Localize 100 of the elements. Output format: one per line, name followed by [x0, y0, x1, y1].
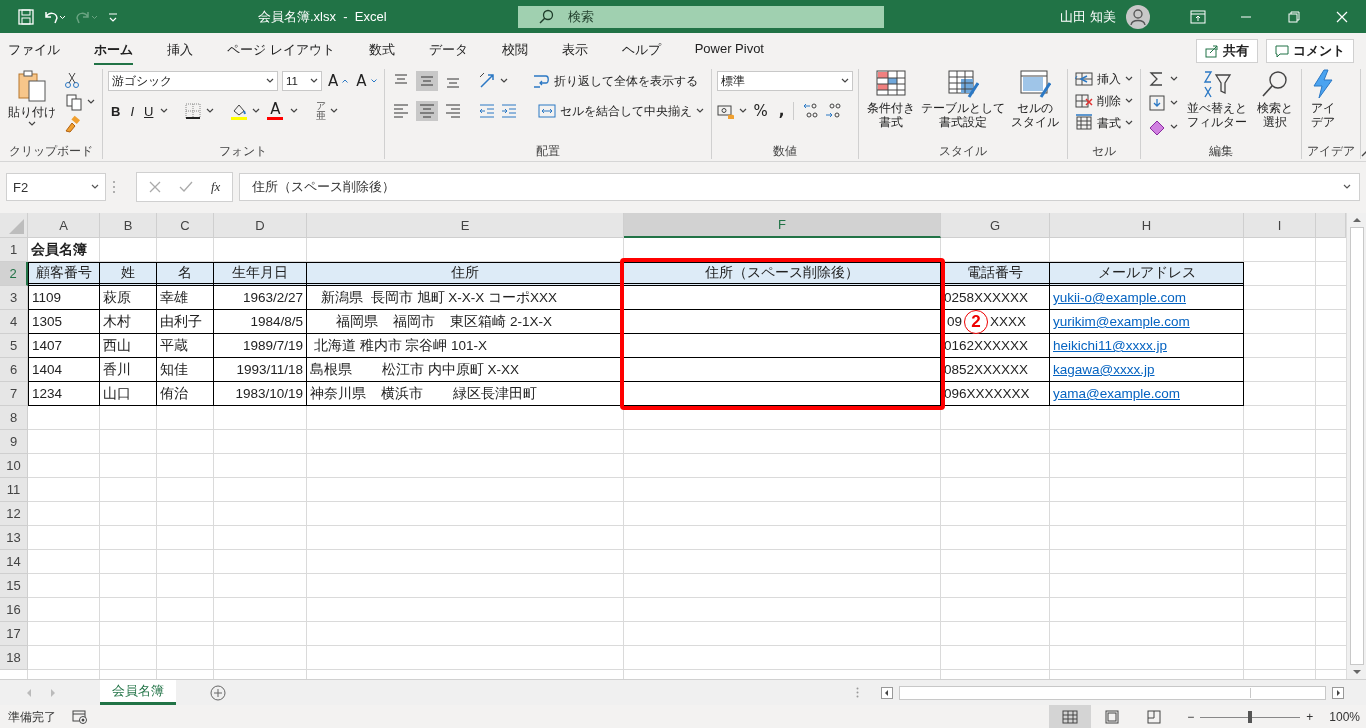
column-header[interactable]: D	[214, 213, 307, 238]
row-header[interactable]: 16	[0, 598, 28, 622]
ribbon-tab[interactable]: 校閲	[501, 39, 528, 66]
column-header[interactable]: I	[1244, 213, 1316, 238]
row-header[interactable]: 5	[0, 334, 28, 358]
ribbon-display-icon[interactable]	[1190, 9, 1206, 24]
column-header[interactable]: A	[28, 213, 100, 238]
row-header[interactable]: 18	[0, 646, 28, 670]
macro-record-icon[interactable]	[72, 710, 88, 724]
font-name-field[interactable]: 游ゴシック	[108, 71, 278, 91]
caret-icon[interactable]	[87, 99, 95, 105]
ideas-button[interactable]: アイ デア	[1306, 69, 1339, 129]
fill-color-icon[interactable]	[230, 102, 249, 120]
caret-icon[interactable]	[1343, 184, 1351, 190]
restore-icon[interactable]	[1288, 10, 1300, 23]
bold-button[interactable]: B	[108, 103, 124, 119]
decrease-decimal-icon[interactable]	[823, 102, 842, 120]
insert-cells-button[interactable]: 挿入	[1072, 69, 1135, 89]
row-header[interactable]: 7	[0, 382, 28, 406]
save-icon[interactable]	[18, 8, 34, 25]
caret-icon[interactable]	[91, 184, 99, 190]
row-header[interactable]: 14	[0, 550, 28, 574]
normal-view-button[interactable]	[1049, 705, 1092, 728]
increase-decimal-icon[interactable]	[801, 102, 820, 120]
caret-icon[interactable]	[1124, 120, 1133, 126]
ribbon-tab[interactable]: 数式	[368, 39, 395, 66]
eraser-icon[interactable]	[1147, 118, 1166, 136]
ribbon-tab[interactable]: Power Pivot	[694, 39, 764, 63]
caret-icon[interactable]	[1124, 76, 1133, 82]
format-painter-icon[interactable]	[63, 115, 81, 133]
row-header[interactable]: 17	[0, 622, 28, 646]
add-sheet-icon[interactable]	[210, 684, 226, 701]
table-style-button[interactable]: テーブルとして 書式設定	[917, 69, 1008, 129]
paste-button[interactable]: 貼り付け	[5, 69, 59, 127]
zoom-slider-thumb[interactable]	[1248, 710, 1253, 723]
column-header[interactable]: F	[624, 213, 941, 238]
column-header[interactable]: B	[100, 213, 157, 238]
align-center-button[interactable]	[415, 101, 438, 121]
caret-icon[interactable]	[840, 78, 849, 84]
zoom-out-button[interactable]: −	[1187, 710, 1195, 724]
delete-cells-button[interactable]: 削除	[1072, 91, 1135, 111]
find-select-button[interactable]: 検索と 選択	[1253, 69, 1296, 129]
row-header[interactable]: 15	[0, 574, 28, 598]
caret-icon[interactable]	[290, 108, 299, 114]
caret-icon[interactable]	[738, 108, 747, 114]
row-header[interactable]: 9	[0, 430, 28, 454]
row-header[interactable]: 1	[0, 238, 28, 262]
column-header[interactable]: C	[157, 213, 214, 238]
caret-icon[interactable]	[310, 78, 318, 84]
email-link[interactable]: yurikim@example.com	[1053, 314, 1190, 329]
caret-icon[interactable]	[695, 108, 704, 114]
comment-button[interactable]: コメント	[1266, 39, 1354, 63]
row-header[interactable]: 3	[0, 286, 28, 310]
conditional-style-button[interactable]: 条件付き 書式	[863, 69, 918, 129]
font-size-field[interactable]: 11	[282, 71, 322, 91]
scroll-right-icon[interactable]	[1332, 686, 1344, 699]
caret-icon[interactable]	[1169, 100, 1178, 106]
merge-center-button[interactable]: セルを結合して中央揃え	[535, 101, 706, 121]
column-header[interactable]: G	[941, 213, 1050, 238]
wrap-text-button[interactable]: 折り返して全体を表示する	[529, 71, 700, 91]
borders-icon[interactable]	[184, 102, 203, 120]
row-header[interactable]: 4	[0, 310, 28, 334]
close-icon[interactable]	[1336, 10, 1348, 23]
column-header[interactable]: E	[307, 213, 624, 238]
row-header[interactable]: 8	[0, 406, 28, 430]
caret-icon[interactable]	[206, 108, 215, 114]
orientation-icon[interactable]	[477, 72, 496, 90]
ribbon-tab[interactable]: 表示	[561, 39, 588, 66]
row-header[interactable]: 6	[0, 358, 28, 382]
shrink-font-button[interactable]: A	[354, 71, 379, 91]
email-link[interactable]: kagawa@xxxx.jp	[1053, 362, 1155, 377]
column-header[interactable]: H	[1050, 213, 1244, 238]
ribbon-tab[interactable]: ページ レイアウト	[227, 39, 335, 66]
caret-icon[interactable]	[252, 108, 261, 114]
ribbon-tab[interactable]: ヘルプ	[621, 39, 661, 66]
ribbon-tab[interactable]: データ	[428, 39, 468, 66]
scroll-up-icon[interactable]	[1352, 217, 1361, 223]
caret-icon[interactable]	[1124, 98, 1133, 104]
ribbon-tab[interactable]: ファイル	[8, 39, 60, 66]
font-color-button[interactable]: A	[264, 102, 287, 120]
grow-font-button[interactable]: A	[326, 71, 351, 91]
caret-icon[interactable]	[330, 108, 339, 114]
email-link[interactable]: yukii-o@example.com	[1053, 290, 1186, 305]
underline-button[interactable]: U	[141, 103, 157, 119]
row-header[interactable]: 13	[0, 526, 28, 550]
caret-icon[interactable]	[1169, 76, 1178, 82]
comma-style-button[interactable]: ,	[774, 102, 789, 120]
accounting-icon[interactable]	[716, 102, 735, 120]
row-header[interactable]: 10	[0, 454, 28, 478]
phonetic-button[interactable]: ア 亜	[316, 101, 327, 121]
sheet-tab[interactable]: 会員名簿	[100, 680, 176, 705]
number-format-field[interactable]: 標準	[716, 71, 853, 91]
caret-icon[interactable]	[1169, 124, 1178, 130]
zoom-in-button[interactable]: +	[1306, 710, 1314, 724]
align-middle-button[interactable]	[415, 71, 438, 91]
caret-icon[interactable]	[266, 78, 274, 84]
avatar-icon[interactable]	[1126, 4, 1150, 29]
percent-button[interactable]: %	[750, 102, 771, 120]
caret-icon[interactable]	[499, 78, 508, 84]
row-header[interactable]: 12	[0, 502, 28, 526]
